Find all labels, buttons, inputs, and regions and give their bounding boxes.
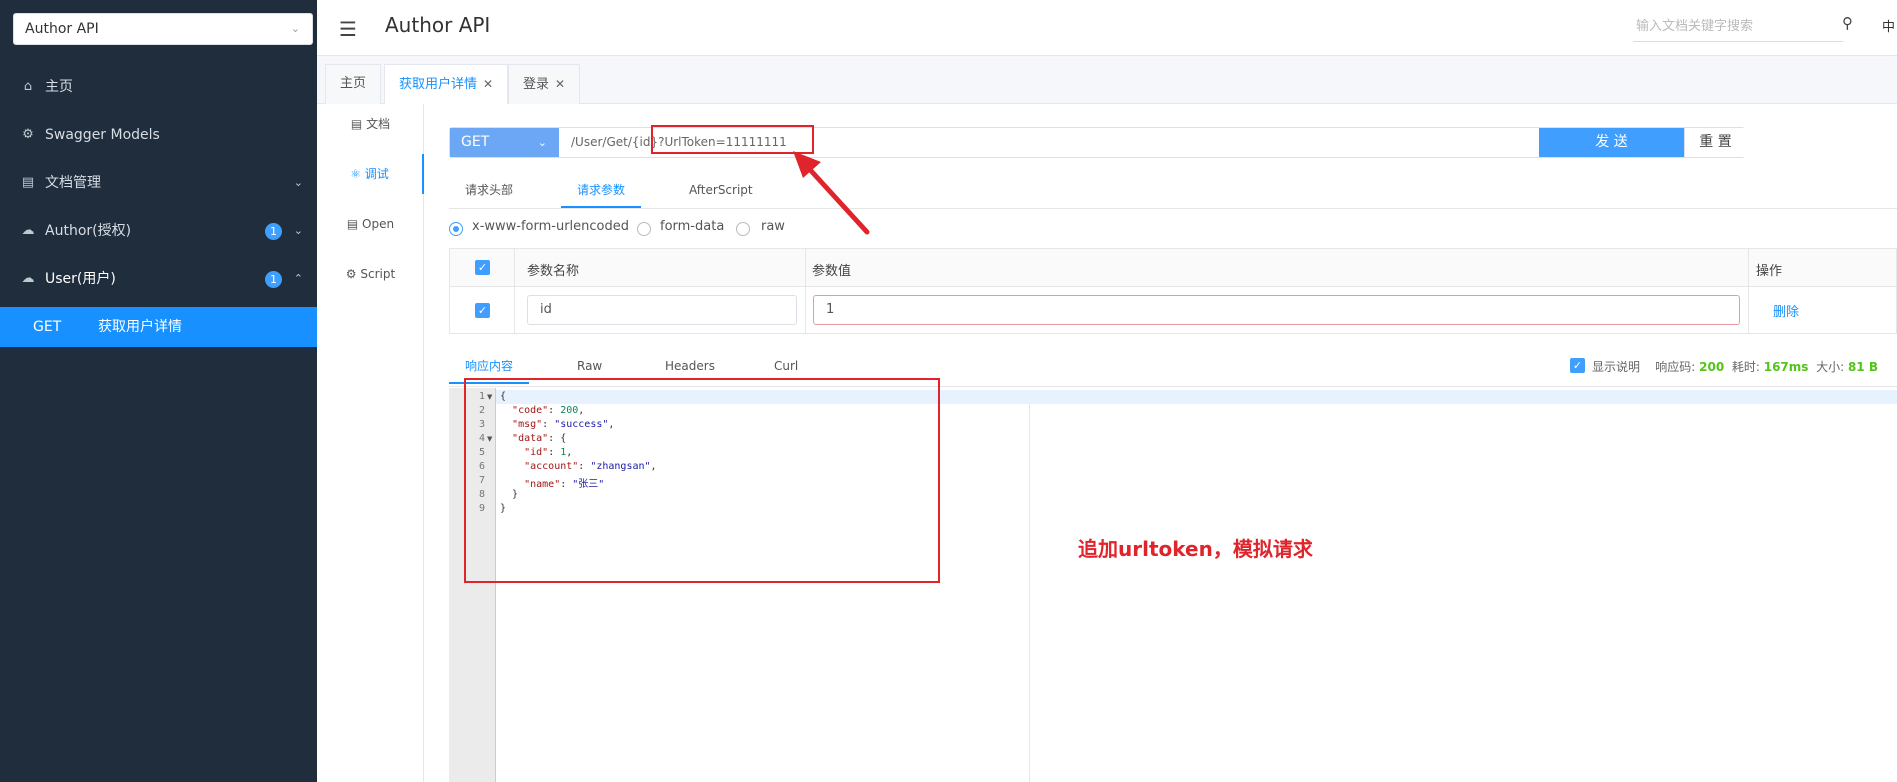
tab-request-headers[interactable]: 请求头部 [465,172,513,208]
search-icon[interactable]: ⚲ [1842,14,1853,32]
language-switch[interactable]: 中 [1882,16,1895,35]
cloud-icon: ☁ [21,271,35,286]
sidebar: Author API ⌄ ⌂ 主页 ⚙ Swagger Models ▤ 文档管… [0,0,317,782]
radio-label: raw [761,219,785,234]
file-icon: ▤ [346,217,359,231]
divider [449,208,1897,209]
response-code: 200 [1699,360,1725,374]
http-method-select[interactable]: GET ⌄ [450,128,559,157]
close-icon[interactable]: ✕ [483,77,493,91]
sidebar-item-label: User(用户) [45,271,116,287]
column-header: 参数名称 [527,264,580,279]
close-icon[interactable]: ✕ [555,77,565,91]
chevron-down-icon: ⌄ [537,136,547,149]
pane-divider [1029,404,1030,782]
tab-get-user-detail[interactable]: 获取用户详情 ✕ [384,64,509,104]
top-header: ☰ Author API 输入文档关键字搜索 ⚲ 中 [317,0,1897,56]
column-header: 操作 [1756,264,1783,279]
reset-button[interactable]: 重 置 [1684,128,1746,157]
document-icon: ▤ [350,117,363,131]
annotation-response-box [464,378,940,583]
response-code-label: 响应码: [1655,360,1696,374]
radio-form-data[interactable] [637,222,651,236]
radio-label: x-www-form-urlencoded [472,219,630,234]
vnav-open[interactable]: ▤ Open [317,204,424,244]
tab-label: 获取用户详情 [399,77,478,92]
tab-after-script[interactable]: AfterScript [689,172,753,208]
response-meta: 显示说明 响应码: 200 耗时: 167ms 大小: 81 B [1592,358,1878,375]
param-value-input[interactable]: 1 [813,295,1740,325]
column-header: 参数值 [812,264,852,279]
app-root: Author API ⌄ ⌂ 主页 ⚙ Swagger Models ▤ 文档管… [0,0,1897,782]
divider [805,249,806,333]
tab-request-params[interactable]: 请求参数 [561,172,641,208]
http-method-label: GET [33,319,62,335]
chevron-down-icon: ⌄ [293,176,303,189]
radio-x-www-form-urlencoded[interactable] [449,222,463,236]
count-badge: 1 [265,271,282,288]
divider [1748,249,1749,333]
show-description-checkbox[interactable]: ✓ [1570,358,1585,373]
http-method-value: GET [461,134,490,150]
sidebar-item-home[interactable]: ⌂ 主页 [0,63,317,111]
vnav-doc[interactable]: ▤ 文档 [317,104,424,144]
document-icon: ▤ [21,175,35,190]
radio-raw[interactable] [736,222,750,236]
count-badge: 1 [265,223,282,240]
row-checkbox[interactable]: ✓ [475,303,490,318]
tab-label: 主页 [340,76,367,91]
page-title: Author API [385,13,491,37]
vnav-label: Open [362,217,395,231]
annotation-arrow-icon [793,151,870,235]
chevron-down-icon: ⌄ [290,22,300,35]
annotation-text: 追加urltoken，模拟请求 [1078,537,1313,561]
sidebar-item-doc-management[interactable]: ▤ 文档管理 ⌄ [0,159,317,207]
gear-icon: ⚙ [345,267,357,281]
api-group-select-value: Author API [25,21,99,37]
endpoint-name: 获取用户详情 [98,319,182,335]
submenu-divider [0,347,317,350]
gear-icon: ⚙ [22,127,34,142]
tab-bar: 主页 获取用户详情 ✕ 登录 ✕ [317,58,1897,104]
menu-toggle-icon[interactable]: ☰ [339,17,357,41]
table-header [450,249,1896,287]
tab-label: 登录 [523,77,550,92]
radio-label: form-data [660,219,725,234]
params-table: ✓ 参数名称 参数值 操作 ✓ id 1 删除 [449,248,1897,334]
response-size: 81 B [1847,360,1878,374]
select-all-checkbox[interactable]: ✓ [475,260,490,275]
cloud-icon: ☁ [21,223,35,238]
show-description-label: 显示说明 [1592,360,1641,374]
sidebar-item-user[interactable]: ☁ User(用户) 1 ⌃ [0,255,317,303]
tab-home[interactable]: 主页 [325,64,382,104]
search-input[interactable]: 输入文档关键字搜索 [1633,14,1843,42]
sidebar-item-label: 文档管理 [45,175,101,191]
vnav-label: 调试 [364,167,389,181]
sidebar-item-label: Swagger Models [45,127,160,143]
send-button[interactable]: 发 送 [1539,128,1684,157]
param-name-input[interactable]: id [527,295,797,325]
doc-sub-nav: ▤ 文档 ⚛ 调试 ▤ Open ⚙ Script [317,104,424,782]
chevron-down-icon: ⌄ [293,224,303,237]
home-icon: ⌂ [23,79,33,94]
sidebar-item-label: 主页 [45,79,73,95]
sidebar-item-label: Author(授权) [45,223,132,239]
request-url-bar: GET ⌄ /User/Get/{id}?UrlToken=11111111 发… [449,127,1746,158]
response-time: 167ms [1763,360,1809,374]
sidebar-item-swagger-models[interactable]: ⚙ Swagger Models [0,111,317,159]
delete-link[interactable]: 删除 [1773,301,1799,320]
chevron-up-icon: ⌃ [293,272,303,285]
sidebar-subitem-get-user-detail[interactable]: GET 获取用户详情 [0,307,317,347]
vnav-label: 文档 [366,117,391,131]
response-time-label: 耗时: [1731,360,1760,374]
vnav-debug[interactable]: ⚛ 调试 [317,154,424,194]
sidebar-item-author[interactable]: ☁ Author(授权) 1 ⌄ [0,207,317,255]
bug-icon: ⚛ [350,167,361,181]
api-group-select[interactable]: Author API ⌄ [13,13,313,45]
vnav-script[interactable]: ⚙ Script [317,254,424,294]
vnav-label: Script [360,267,396,281]
tab-login[interactable]: 登录 ✕ [508,64,581,104]
divider [514,249,515,333]
response-size-label: 大小: [1816,360,1845,374]
